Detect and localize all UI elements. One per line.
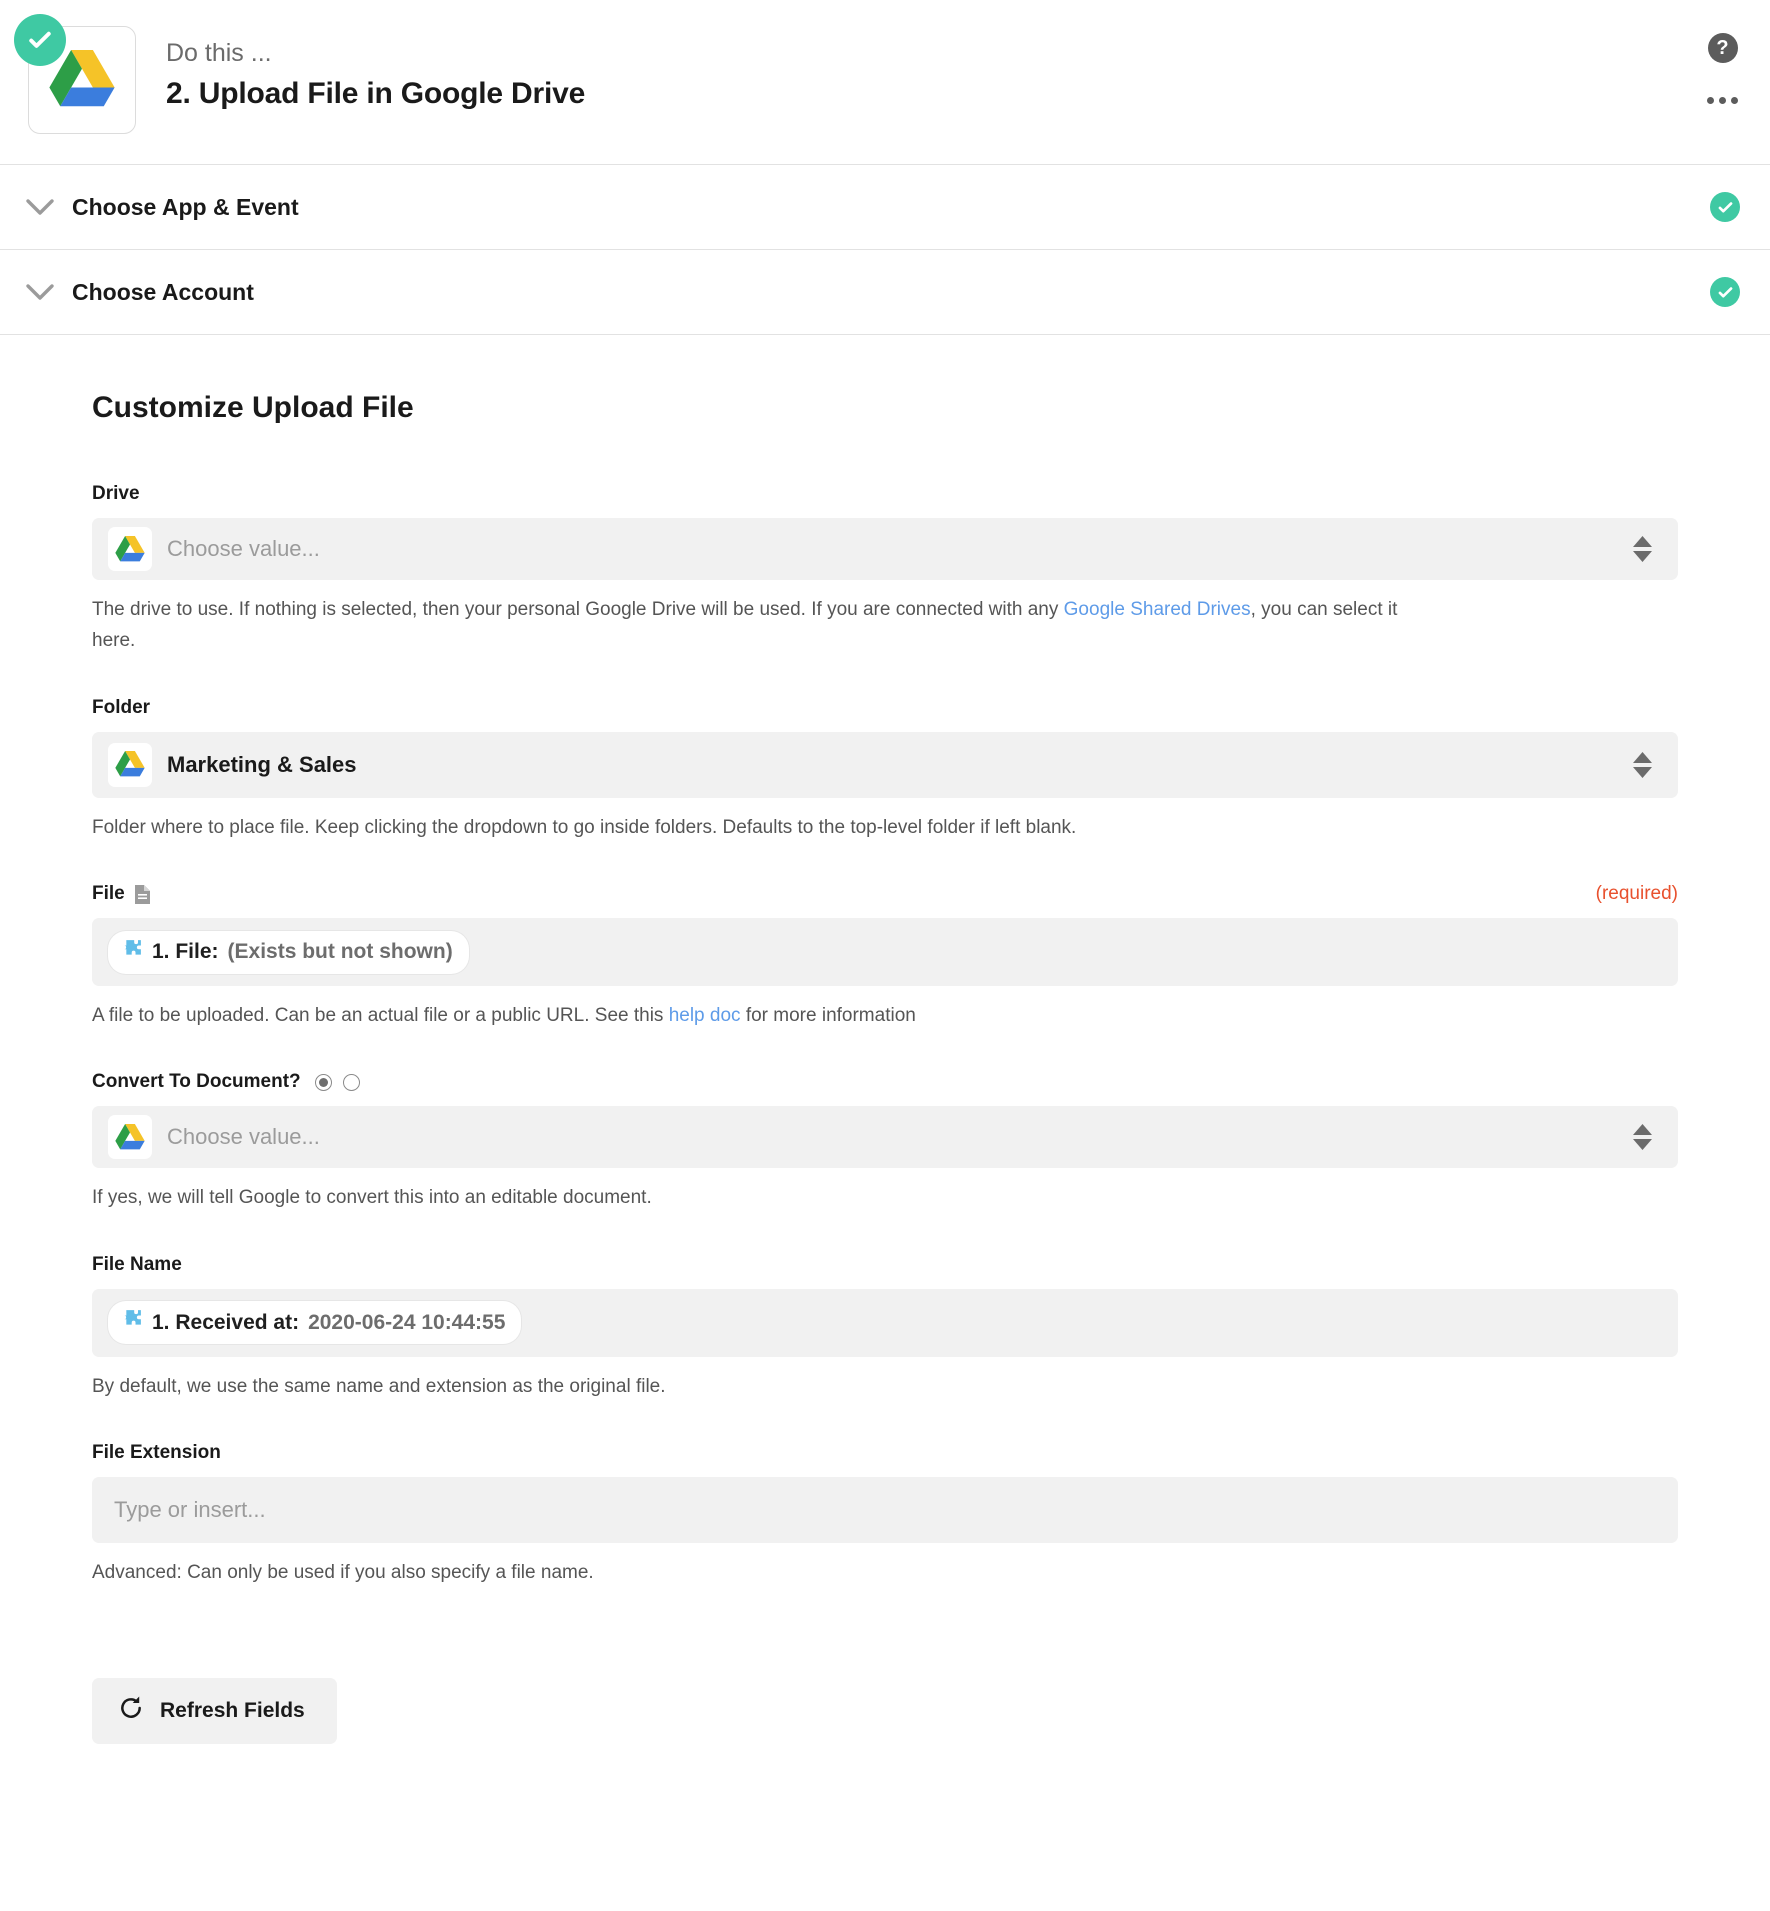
field-label-drive: Drive [92,483,140,505]
field-label-file-name: File Name [92,1254,182,1276]
field-file-extension: File Extension Type or insert... [92,1442,1678,1543]
required-badge: (required) [1596,883,1678,905]
token-value: (Exists but not shown) [228,940,453,964]
drive-select-placeholder: Choose value... [167,536,320,562]
token-received-at[interactable]: 1. Received at: 2020-06-24 10:44:55 [108,1301,521,1344]
section-choose-account[interactable]: Choose Account [0,250,1770,335]
check-circle-icon [1710,192,1740,222]
chevron-down-icon [22,283,58,301]
more-options-icon[interactable] [1705,91,1740,110]
field-drive: Drive Choose value... [92,483,1678,580]
google-shared-drives-link[interactable]: Google Shared Drives [1064,599,1251,620]
customize-form: Customize Upload File Drive Choose value… [0,335,1770,1784]
token-key: 1. Received at: [152,1311,299,1335]
header-actions: ? [1705,0,1740,164]
radio-option-no[interactable] [343,1074,360,1091]
refresh-fields-button[interactable]: Refresh Fields [92,1678,337,1744]
puzzle-piece-icon [120,1308,143,1337]
help-text-part: for more information [741,1005,916,1026]
convert-radio-group [315,1074,360,1091]
field-label-file-extension: File Extension [92,1442,221,1464]
help-text-part: A file to be uploaded. Can be an actual … [92,1005,669,1026]
check-circle-icon [14,14,66,66]
field-file-name: File Name 1. Received at: 2020-06-24 10:… [92,1254,1678,1357]
step-header: Do this ... 2. Upload File in Google Dri… [0,0,1770,165]
help-text-file-name: By default, we use the same name and ext… [92,1371,1402,1402]
stepper-arrows-icon[interactable] [1633,752,1652,778]
field-folder: Folder Marketing & Sales [92,697,1678,798]
step-eyebrow: Do this ... [166,38,585,68]
field-label-convert: Convert To Document? [92,1071,301,1093]
help-text-drive: The drive to use. If nothing is selected… [92,594,1402,657]
field-convert-to-document: Convert To Document? Choose value... [92,1071,1678,1168]
field-label-file: File [92,883,125,905]
google-drive-icon [108,743,152,787]
puzzle-piece-icon [120,938,143,967]
refresh-icon [118,1695,144,1727]
token-file[interactable]: 1. File: (Exists but not shown) [108,931,469,974]
app-icon-wrapper [28,26,140,138]
page-title: 2. Upload File in Google Drive [166,77,585,111]
help-text-folder: Folder where to place file. Keep clickin… [92,812,1402,843]
document-icon [134,884,151,905]
google-drive-icon [108,527,152,571]
stepper-arrows-icon[interactable] [1633,536,1652,562]
refresh-fields-label: Refresh Fields [160,1699,305,1723]
file-token-field[interactable]: 1. File: (Exists but not shown) [92,918,1678,986]
stepper-arrows-icon[interactable] [1633,1124,1652,1150]
help-text-part: The drive to use. If nothing is selected… [92,599,1064,620]
convert-select[interactable]: Choose value... [92,1106,1678,1168]
help-text-file-extension: Advanced: Can only be used if you also s… [92,1557,1402,1588]
section-label: Choose Account [72,279,254,306]
folder-select-value: Marketing & Sales [167,752,357,778]
help-text-convert: If yes, we will tell Google to convert t… [92,1182,1402,1213]
file-name-token-field[interactable]: 1. Received at: 2020-06-24 10:44:55 [92,1289,1678,1357]
token-value: 2020-06-24 10:44:55 [308,1311,505,1335]
token-key: 1. File: [152,940,219,964]
folder-select[interactable]: Marketing & Sales [92,732,1678,798]
radio-option-yes[interactable] [315,1074,332,1091]
field-label-folder: Folder [92,697,150,719]
header-text: Do this ... 2. Upload File in Google Dri… [166,26,585,111]
google-drive-icon [108,1115,152,1159]
form-title: Customize Upload File [92,391,1678,425]
file-extension-placeholder: Type or insert... [114,1497,266,1523]
help-text-file: A file to be uploaded. Can be an actual … [92,1000,1402,1031]
drive-select[interactable]: Choose value... [92,518,1678,580]
field-file: File (required) 1. File: (Exists [92,883,1678,986]
chevron-down-icon [22,198,58,216]
file-extension-input[interactable]: Type or insert... [92,1477,1678,1543]
help-icon[interactable]: ? [1708,33,1738,63]
section-label: Choose App & Event [72,194,299,221]
convert-select-placeholder: Choose value... [167,1124,320,1150]
section-choose-app-event[interactable]: Choose App & Event [0,165,1770,250]
check-circle-icon [1710,277,1740,307]
help-doc-link[interactable]: help doc [669,1005,741,1026]
